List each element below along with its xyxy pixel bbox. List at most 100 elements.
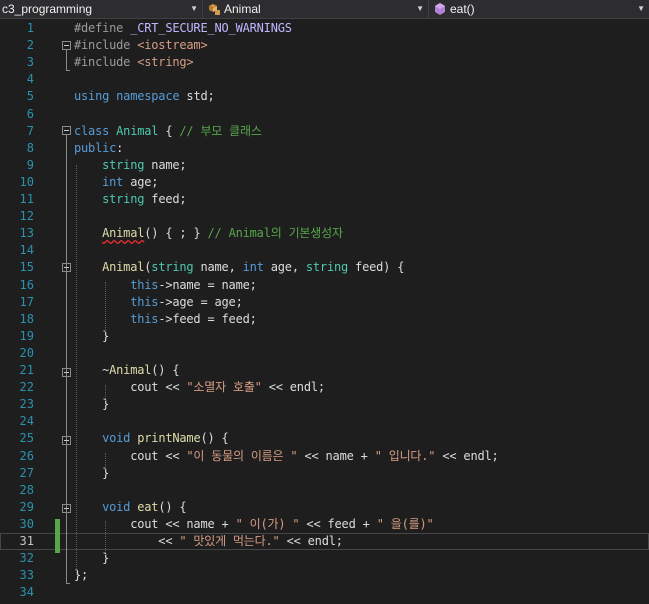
project-dropdown[interactable]: c3_programming ▼: [0, 0, 203, 18]
code-token: string: [102, 157, 145, 172]
code-token: this: [130, 277, 159, 292]
code-line[interactable]: 6: [0, 106, 649, 123]
code-editor[interactable]: 1 #define _CRT_SECURE_NO_WARNINGS 2 #includ…: [0, 19, 649, 604]
code-line[interactable]: 10 int age;: [0, 174, 649, 191]
code-token: #include: [74, 38, 138, 53]
code-text: class Animal { // 부모 클래스: [74, 123, 262, 140]
line-number: 9: [26, 157, 34, 172]
line-number: 22: [19, 380, 34, 395]
fold-toggle-icon[interactable]: [62, 368, 71, 377]
code-token: }: [74, 551, 110, 566]
code-token: class: [74, 123, 110, 138]
code-text: }: [74, 550, 109, 567]
code-token: this: [130, 311, 159, 326]
code-text: #include <iostream>: [74, 37, 208, 54]
line-number: 18: [19, 311, 34, 326]
code-text: string name;: [74, 157, 187, 174]
code-line[interactable]: 19 }: [0, 328, 649, 345]
code-token: std;: [179, 89, 215, 104]
code-line[interactable]: 24: [0, 413, 649, 430]
code-token: string: [102, 192, 145, 206]
code-line[interactable]: 27 }: [0, 465, 649, 482]
code-line[interactable]: 15 Animal(string name, int age, string f…: [0, 259, 649, 276]
code-token: () {: [158, 499, 187, 514]
code-line[interactable]: 17 this->age = age;: [0, 294, 649, 311]
code-token: void: [102, 431, 131, 446]
fold-toggle-icon[interactable]: [62, 263, 71, 272]
line-number: 25: [19, 431, 34, 446]
line-number: 29: [19, 499, 34, 514]
line-number: 24: [19, 414, 34, 429]
code-text: this->name = name;: [74, 277, 257, 294]
line-number: 16: [19, 277, 34, 292]
code-token: " 입니다.": [374, 448, 436, 463]
code-text: void printName() {: [74, 430, 229, 447]
code-line[interactable]: 12: [0, 208, 649, 225]
code-text: cout << "소멸자 호출" << endl;: [74, 379, 325, 396]
member-dropdown[interactable]: eat() ▼: [429, 0, 649, 18]
code-token: ->age = age;: [158, 294, 243, 309]
code-token: Animal: [109, 363, 152, 377]
code-line[interactable]: 3 #include <string>: [0, 54, 649, 71]
line-number: 27: [19, 465, 34, 480]
code-line[interactable]: 13 Animal() { ; } // Animal의 기본생성자: [0, 225, 649, 242]
code-line[interactable]: 2 #include <iostream>: [0, 37, 649, 54]
code-line[interactable]: 9 string name;: [0, 157, 649, 174]
code-text: }: [74, 328, 109, 345]
code-line[interactable]: 14: [0, 242, 649, 259]
indent-guide: [105, 282, 106, 332]
code-line[interactable]: 28: [0, 482, 649, 499]
class-icon: [208, 3, 220, 15]
code-line[interactable]: 31 << " 맛있게 먹는다." << endl;: [0, 533, 649, 550]
code-line[interactable]: 4: [0, 71, 649, 88]
code-line[interactable]: 26 cout << "이 동물의 이름은 " << name + " 입니다.…: [0, 448, 649, 465]
code-line[interactable]: 5 using namespace std;: [0, 88, 649, 105]
code-token: << name +: [297, 448, 375, 463]
code-line[interactable]: 20: [0, 345, 649, 362]
fold-toggle-icon[interactable]: [62, 504, 71, 513]
code-line[interactable]: 22 cout << "소멸자 호출" << endl;: [0, 379, 649, 396]
code-token: this: [130, 294, 159, 309]
chevron-down-icon: ▼: [190, 4, 198, 13]
code-token: :: [116, 140, 124, 155]
code-token: cout <<: [74, 448, 187, 463]
line-number: 21: [19, 363, 34, 377]
fold-toggle-icon[interactable]: [62, 41, 71, 50]
line-number: 30: [19, 516, 34, 531]
code-line[interactable]: 32 }: [0, 550, 649, 567]
code-token: // 부모 클래스: [179, 123, 262, 138]
line-number: 4: [26, 72, 34, 87]
code-line[interactable]: 30 cout << name + " 이(가) " << feed + " 을…: [0, 516, 649, 533]
code-line[interactable]: 29 void eat() {: [0, 499, 649, 516]
fold-toggle-icon[interactable]: [62, 126, 71, 135]
code-token: << endl;: [279, 534, 343, 548]
code-line[interactable]: 8 public:: [0, 140, 649, 157]
code-line[interactable]: 7 class Animal { // 부모 클래스: [0, 123, 649, 140]
code-line[interactable]: 16 this->name = name;: [0, 277, 649, 294]
fold-line: [66, 272, 67, 333]
line-number: 8: [26, 140, 34, 155]
fold-toggle-icon[interactable]: [62, 436, 71, 445]
method-icon: [435, 3, 445, 15]
code-line[interactable]: 18 this->feed = feed;: [0, 311, 649, 328]
code-token: Animal: [116, 123, 159, 138]
code-line[interactable]: 21 ~Animal() {: [0, 362, 649, 379]
code-line[interactable]: 1 #define _CRT_SECURE_NO_WARNINGS: [0, 20, 649, 37]
code-line[interactable]: 23 }: [0, 396, 649, 413]
code-token: void: [102, 499, 131, 514]
code-line[interactable]: 33};: [0, 567, 649, 584]
fold-line: [66, 135, 67, 583]
code-token: cout << name +: [74, 516, 236, 531]
line-number: 28: [19, 482, 34, 497]
scope-dropdown[interactable]: Animal ▼: [203, 0, 429, 18]
code-line[interactable]: 25 void printName() {: [0, 430, 649, 447]
code-token: Animal: [102, 226, 145, 241]
code-line[interactable]: 11 string feed;: [0, 191, 649, 208]
line-number: 10: [19, 174, 34, 189]
code-line[interactable]: 34: [0, 584, 649, 601]
